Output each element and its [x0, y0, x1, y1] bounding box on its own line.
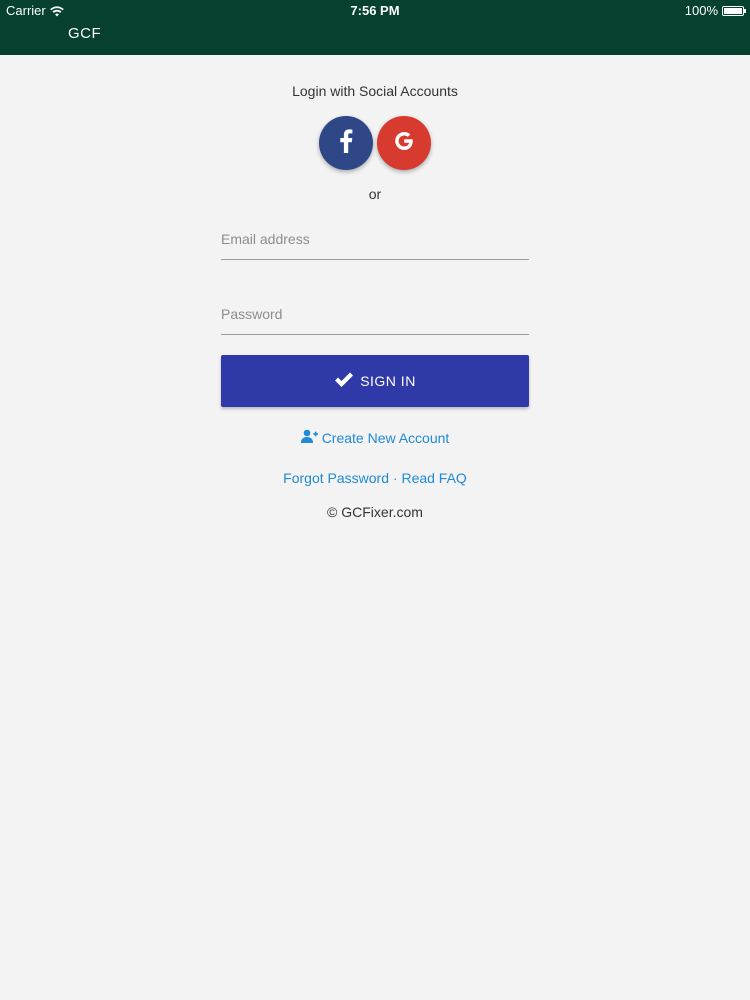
status-time: 7:56 PM: [350, 3, 400, 18]
read-faq-link[interactable]: Read FAQ: [401, 470, 466, 486]
create-account-link[interactable]: Create New Account: [322, 430, 450, 446]
app-header: Carrier 7:56 PM 100% GCF: [0, 0, 750, 55]
checkmark-icon: [334, 372, 354, 391]
sign-in-label: SIGN IN: [360, 373, 416, 389]
or-divider-text: or: [368, 186, 382, 202]
google-login-button[interactable]: [377, 116, 431, 170]
link-separator: ·: [389, 470, 402, 486]
forgot-password-link[interactable]: Forgot Password: [283, 470, 389, 486]
facebook-login-button[interactable]: [319, 116, 373, 170]
email-field[interactable]: [221, 227, 529, 251]
create-account-row: Create New Account: [0, 429, 750, 446]
battery-percent: 100%: [684, 3, 718, 18]
battery-indicator: 100%: [684, 3, 746, 18]
password-field[interactable]: [221, 302, 529, 326]
copyright-text: © GCFixer.com: [327, 504, 423, 520]
app-title: GCF: [68, 25, 102, 42]
social-login-heading: Login with Social Accounts: [292, 83, 458, 99]
google-icon: [394, 131, 414, 156]
battery-icon: [722, 5, 746, 16]
sign-in-button[interactable]: SIGN IN: [221, 355, 529, 407]
password-field-wrapper: [221, 302, 529, 335]
facebook-icon: [339, 128, 353, 158]
status-bar: Carrier 7:56 PM 100%: [0, 0, 750, 20]
email-field-wrapper: [221, 227, 529, 260]
help-links-row: Forgot Password · Read FAQ: [0, 470, 750, 486]
add-user-icon: [300, 429, 318, 446]
